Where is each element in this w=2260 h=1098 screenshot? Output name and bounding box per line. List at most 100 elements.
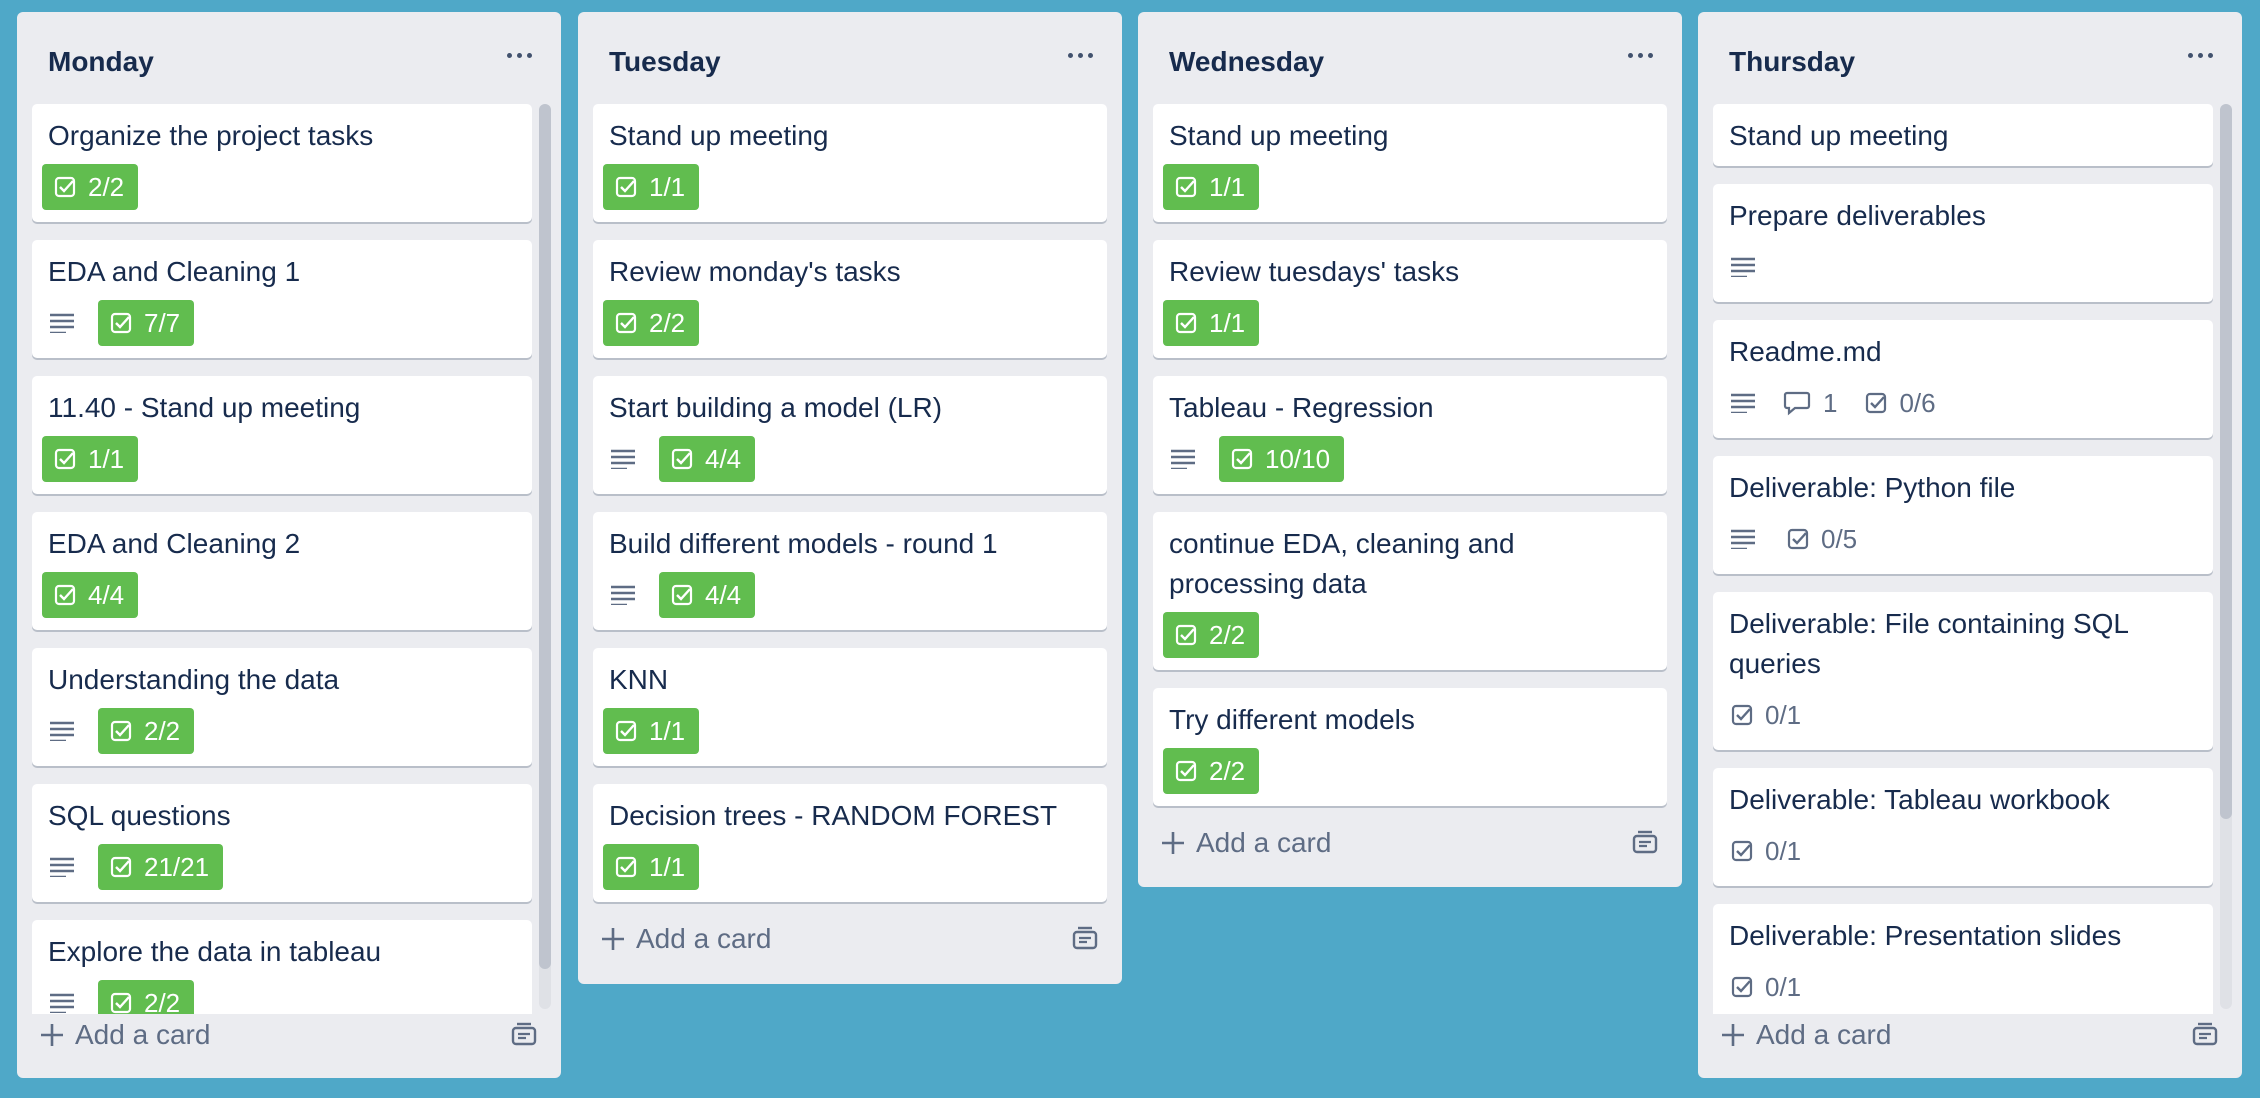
card-title: EDA and Cleaning 1 (48, 256, 301, 287)
card-title: Start building a model (LR) (609, 392, 943, 423)
card[interactable]: Build different models - round 1 4/4 (593, 512, 1107, 630)
comment-icon (1783, 391, 1811, 416)
card[interactable]: Stand up meeting 1/1 (1153, 104, 1667, 222)
list-title[interactable]: Wednesday (1169, 46, 1324, 78)
list-header: Tuesday (578, 12, 1122, 104)
checklist-badge: 0/1 (1723, 964, 1815, 1010)
checklist-badge: 4/4 (659, 572, 756, 618)
card[interactable]: Review tuesdays' tasks 1/1 (1153, 240, 1667, 358)
card-template-button[interactable] (1626, 824, 1664, 862)
checklist-badge: 1/1 (42, 436, 139, 482)
list-title[interactable]: Monday (48, 46, 154, 78)
card[interactable]: Deliverable: Python file 0/5 (1713, 456, 2213, 574)
card-title: Prepare deliverables (1729, 200, 1986, 231)
checklist-badge: 0/1 (1723, 692, 1815, 738)
card[interactable]: continue EDA, cleaning and processing da… (1153, 512, 1667, 670)
comment-badge: 1 (1779, 380, 1841, 426)
card-template-button[interactable] (505, 1016, 543, 1054)
plus-icon (602, 928, 624, 950)
checklist-badge: 2/2 (1163, 612, 1260, 658)
card[interactable]: Decision trees - RANDOM FOREST 1/1 (593, 784, 1107, 902)
list-tuesday: Tuesday Stand up meeting 1/1 Review mond… (578, 12, 1122, 984)
card-title: Organize the project tasks (48, 120, 374, 151)
checklist-badge: 1/1 (1163, 164, 1260, 210)
list-wednesday: Wednesday Stand up meeting 1/1 Review tu… (1138, 12, 1682, 887)
card-title: Understanding the data (48, 664, 340, 695)
add-card-button[interactable]: Add a card (600, 914, 771, 964)
checklist-badge: 0/6 (1857, 380, 1949, 426)
card[interactable]: Prepare deliverables (1713, 184, 2213, 302)
scrollbar-thumb[interactable] (2220, 104, 2232, 819)
card[interactable]: Explore the data in tableau 2/2 (32, 920, 532, 1014)
card-template-button[interactable] (2186, 1016, 2224, 1054)
card-title: 11.40 - Stand up meeting (48, 392, 361, 423)
list-menu-button[interactable] (499, 40, 539, 70)
card-title: KNN (609, 664, 669, 695)
card[interactable]: Deliverable: File containing SQL queries… (1713, 592, 2213, 750)
list-header: Thursday (1698, 12, 2242, 104)
list-monday: Monday Organize the project tasks 2/2 ED… (17, 12, 561, 1078)
list-menu-button[interactable] (2180, 40, 2220, 70)
card[interactable]: Stand up meeting 1/1 (593, 104, 1107, 222)
card[interactable]: Start building a model (LR) 4/4 (593, 376, 1107, 494)
card[interactable]: Organize the project tasks 2/2 (32, 104, 532, 222)
card[interactable]: 11.40 - Stand up meeting 1/1 (32, 376, 532, 494)
card-template-button[interactable] (1066, 920, 1104, 958)
list-menu-button[interactable] (1060, 40, 1100, 70)
description-icon (42, 708, 82, 754)
card[interactable]: Readme.md 1 0/6 (1713, 320, 2213, 438)
card[interactable]: KNN 1/1 (593, 648, 1107, 766)
list-scrollbar[interactable] (2220, 104, 2232, 1009)
description-icon (42, 980, 82, 1014)
checklist-badge: 1/1 (603, 164, 700, 210)
cards-container: Stand up meeting Prepare deliverables Re… (1713, 104, 2213, 1014)
card[interactable]: SQL questions 21/21 (32, 784, 532, 902)
checklist-badge: 2/2 (1163, 748, 1260, 794)
list-title[interactable]: Tuesday (609, 46, 721, 78)
card-title: Deliverable: Presentation slides (1729, 920, 2122, 951)
card[interactable]: EDA and Cleaning 2 4/4 (32, 512, 532, 630)
checklist-icon (615, 176, 637, 198)
checklist-badge: 2/2 (42, 164, 139, 210)
add-card-button[interactable]: Add a card (39, 1010, 210, 1060)
list-scrollbar[interactable] (539, 104, 551, 1009)
checklist-badge: 21/21 (98, 844, 224, 890)
card-title: Decision trees - RANDOM FOREST (609, 800, 1058, 831)
list-thursday: Thursday Stand up meeting Prepare delive… (1698, 12, 2242, 1078)
checklist-icon (110, 720, 132, 742)
list-menu-button[interactable] (1620, 40, 1660, 70)
template-icon (511, 1022, 537, 1046)
list-title[interactable]: Thursday (1729, 46, 1855, 78)
card[interactable]: Deliverable: Tableau workbook 0/1 (1713, 768, 2213, 886)
card-title: Build different models - round 1 (609, 528, 998, 559)
card[interactable]: Stand up meeting (1713, 104, 2213, 166)
description-icon (603, 436, 643, 482)
checklist-badge: 7/7 (98, 300, 195, 346)
card-title: Stand up meeting (609, 120, 829, 151)
checklist-badge: 4/4 (42, 572, 139, 618)
checklist-icon (54, 176, 76, 198)
checklist-icon (671, 584, 693, 606)
checklist-icon (54, 448, 76, 470)
checklist-icon (1175, 312, 1197, 334)
card[interactable]: Try different models 2/2 (1153, 688, 1667, 806)
description-icon (1723, 516, 1763, 562)
scrollbar-thumb[interactable] (539, 104, 551, 969)
card[interactable]: Deliverable: Presentation slides 0/1 (1713, 904, 2213, 1014)
card[interactable]: EDA and Cleaning 1 7/7 (32, 240, 532, 358)
card[interactable]: Review monday's tasks 2/2 (593, 240, 1107, 358)
card-title: SQL questions (48, 800, 231, 831)
card-title: Readme.md (1729, 336, 1882, 367)
checklist-icon (615, 720, 637, 742)
description-icon (603, 572, 643, 618)
checklist-badge: 2/2 (603, 300, 700, 346)
add-card-button[interactable]: Add a card (1160, 818, 1331, 868)
checklist-badge: 2/2 (98, 980, 195, 1014)
card[interactable]: Tableau - Regression 10/10 (1153, 376, 1667, 494)
checklist-icon (671, 448, 693, 470)
card[interactable]: Understanding the data 2/2 (32, 648, 532, 766)
add-card-button[interactable]: Add a card (1720, 1010, 1891, 1060)
plus-icon (1722, 1024, 1744, 1046)
description-icon (1163, 436, 1203, 482)
template-icon (2192, 1022, 2218, 1046)
